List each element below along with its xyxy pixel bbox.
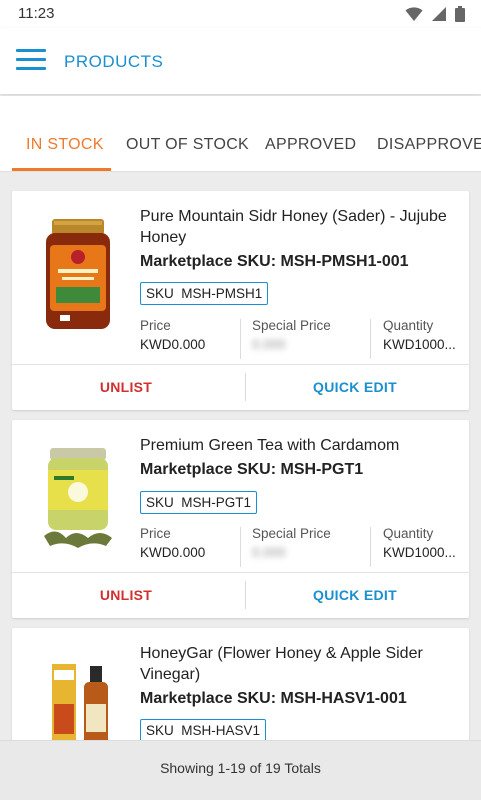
unlist-button[interactable]: UNLIST: [12, 364, 240, 410]
status-icons: [405, 6, 465, 22]
quick-edit-button[interactable]: QUICK EDIT: [241, 572, 469, 618]
sku-label: SKU: [146, 723, 174, 738]
marketplace-sku: Marketplace SKU: MSH-PMSH1-001: [140, 253, 409, 270]
tab-bar: IN STOCK OUT OF STOCK APPROVED DISAPPROV…: [0, 96, 481, 172]
product-card: Pure Mountain Sidr Honey (Sader) - Jujub…: [12, 191, 469, 410]
product-list[interactable]: Pure Mountain Sidr Honey (Sader) - Jujub…: [0, 172, 481, 740]
hamburger-menu-icon[interactable]: [16, 49, 46, 73]
marketplace-sku: Marketplace SKU: MSH-PGT1: [140, 461, 364, 478]
sku-label: SKU: [146, 495, 174, 510]
special-price-value: 0.000: [252, 545, 286, 560]
price-value: KWD0.000: [140, 545, 206, 560]
column-divider: [370, 527, 371, 567]
product-name: Premium Green Tea with Cardamom: [140, 437, 400, 454]
column-divider: [240, 319, 241, 359]
product-name: Pure Mountain Sidr Honey (Sader) - Jujub…: [140, 208, 447, 246]
status-bar: 11:23: [0, 0, 481, 28]
quantity-label: Quantity: [383, 318, 434, 333]
quantity-value: KWD1000...: [383, 337, 456, 352]
product-card: Premium Green Tea with Cardamom Marketpl…: [12, 420, 469, 618]
page-title: PRODUCTS: [64, 52, 164, 71]
sku-label: SKU: [146, 286, 174, 301]
special-price-label: Special Price: [252, 318, 331, 333]
tab-out-of-stock[interactable]: OUT OF STOCK: [126, 136, 249, 154]
product-name: HoneyGar (Flower Honey & Apple Sider Vin…: [140, 645, 423, 683]
app-bar: PRODUCTS: [0, 28, 481, 94]
green-tea-jar-image: [44, 448, 112, 548]
column-divider: [240, 527, 241, 567]
results-summary: Showing 1-19 of 19 Totals: [160, 760, 321, 776]
sku-value: MSH-PGT1: [181, 495, 252, 510]
sku-value: MSH-HASV1: [181, 723, 261, 738]
sku-badge: SKU MSH-HASV1: [140, 719, 267, 740]
signal-icon: [432, 7, 446, 21]
quick-edit-button[interactable]: QUICK EDIT: [241, 364, 469, 410]
quantity-value: KWD1000...: [383, 545, 456, 560]
wifi-icon: [405, 7, 423, 21]
unlist-button[interactable]: UNLIST: [12, 572, 240, 618]
special-price-value: 0.000: [252, 337, 286, 352]
tab-approved[interactable]: APPROVED: [265, 136, 356, 154]
sku-value: MSH-PMSH1: [181, 286, 263, 301]
status-time: 11:23: [18, 5, 55, 22]
price-value: KWD0.000: [140, 337, 206, 352]
sku-badge: SKU MSH-PMSH1: [140, 282, 269, 305]
marketplace-sku: Marketplace SKU: MSH-HASV1-001: [140, 690, 407, 707]
special-price-label: Special Price: [252, 526, 331, 541]
tab-disapproved[interactable]: DISAPPROVED: [377, 136, 481, 154]
product-card: HoneyGar (Flower Honey & Apple Sider Vin…: [12, 628, 469, 740]
price-label: Price: [140, 318, 171, 333]
quantity-label: Quantity: [383, 526, 434, 541]
sku-badge: SKU MSH-PGT1: [140, 491, 258, 514]
honey-jar-image: [46, 219, 110, 329]
battery-icon: [455, 6, 465, 22]
price-value: KWD0.000: [140, 545, 205, 560]
price-value: KWD0.000: [140, 337, 205, 352]
honeygar-bottle-image: [52, 664, 108, 740]
column-divider: [370, 319, 371, 359]
price-label: Price: [140, 526, 171, 541]
list-footer: Showing 1-19 of 19 Totals: [0, 740, 481, 800]
tab-in-stock[interactable]: IN STOCK: [26, 136, 104, 154]
